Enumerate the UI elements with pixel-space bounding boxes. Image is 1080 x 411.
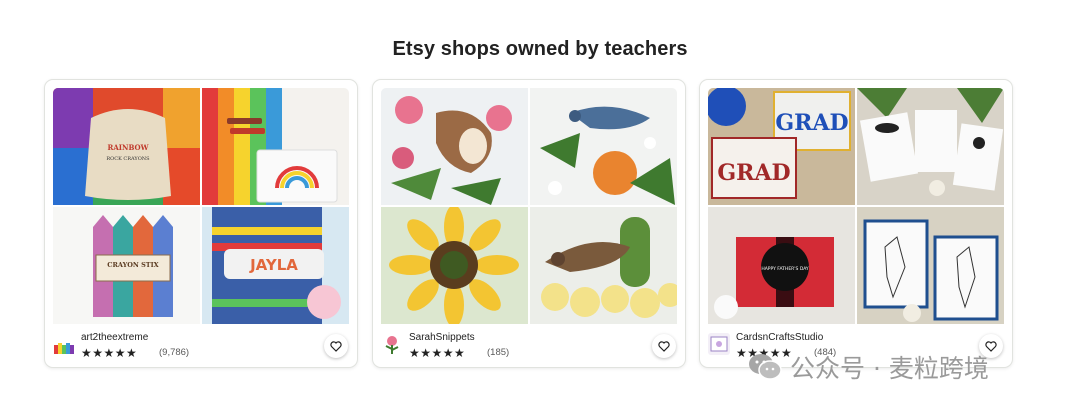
shop-name[interactable]: SarahSnippets — [409, 332, 475, 343]
star-rating: ★★★★★ — [409, 346, 466, 360]
fathers-day-text: HAPPY FATHER'S DAY — [761, 266, 809, 272]
shop-name[interactable]: art2theextreme — [81, 332, 148, 343]
svg-text:ROCK CRAYONS: ROCK CRAYONS — [106, 156, 150, 162]
product-image-name-crayon[interactable]: JAYLA — [202, 207, 349, 324]
name-crayon-text: JAYLA — [249, 256, 298, 274]
product-image-rainbow-rock-crayons[interactable]: RAINBOW ROCK CRAYONS — [53, 88, 200, 205]
shop-image-grid[interactable]: GRAD GRAD HAPPY FATHER'S DAY — [708, 88, 1004, 324]
shop-name[interactable]: CardsnCraftsStudio — [736, 332, 823, 343]
product-image-thrush-roses[interactable] — [381, 88, 528, 205]
review-count: (185) — [487, 347, 510, 358]
section-title: Etsy shops owned by teachers — [392, 38, 688, 60]
star-rating: ★★★★★ — [81, 346, 138, 360]
shop-info: art2theextreme ★★★★★ (9,786) — [53, 332, 349, 362]
shop-image-grid[interactable]: RAINBOW ROCK CRAYONS CRAYON STIX JAYLA — [53, 88, 349, 324]
heart-outline-icon — [330, 340, 342, 352]
favorite-button[interactable] — [324, 334, 348, 358]
shop-card-cardsncraftsstudio[interactable]: GRAD GRAD HAPPY FATHER'S DAY CardsnCraft… — [699, 79, 1013, 368]
product-image-wren-cactus[interactable] — [530, 207, 677, 324]
product-image-tool-cards[interactable] — [857, 88, 1004, 205]
shop-logo[interactable] — [708, 333, 730, 355]
watermark: 公众号 · 麦粒跨境 — [748, 350, 989, 384]
product-image-rainbow-bag[interactable] — [202, 88, 349, 205]
bag-label: RAINBOW — [108, 143, 149, 152]
favorite-button[interactable] — [652, 334, 676, 358]
shop-card-art2theextreme[interactable]: RAINBOW ROCK CRAYONS CRAYON STIX JAYLA a… — [44, 79, 358, 368]
grad-card-text: GRAD — [775, 110, 848, 136]
svg-text:GRAD: GRAD — [717, 160, 790, 186]
shop-image-grid[interactable] — [381, 88, 677, 324]
shop-logo[interactable] — [381, 333, 403, 355]
product-image-bluebird-blossoms[interactable] — [530, 88, 677, 205]
heart-outline-icon — [658, 340, 670, 352]
review-count: (9,786) — [159, 347, 190, 358]
product-image-fisherman-cards[interactable] — [857, 207, 1004, 324]
shop-logo[interactable] — [53, 333, 75, 355]
watermark-text: 公众号 · 麦粒跨境 — [790, 354, 989, 383]
product-image-fathers-day-card[interactable]: HAPPY FATHER'S DAY — [708, 207, 855, 324]
product-image-crayon-stix[interactable]: CRAYON STIX — [53, 207, 200, 324]
product-image-sunflower[interactable] — [381, 207, 528, 324]
shop-info: SarahSnippets ★★★★★ (185) — [381, 332, 677, 362]
wechat-icon — [749, 354, 782, 380]
crayon-stix-label: CRAYON STIX — [107, 261, 159, 269]
shop-card-sarahsnippets[interactable]: SarahSnippets ★★★★★ (185) — [372, 79, 686, 368]
product-image-grad-cards[interactable]: GRAD GRAD — [708, 88, 855, 205]
